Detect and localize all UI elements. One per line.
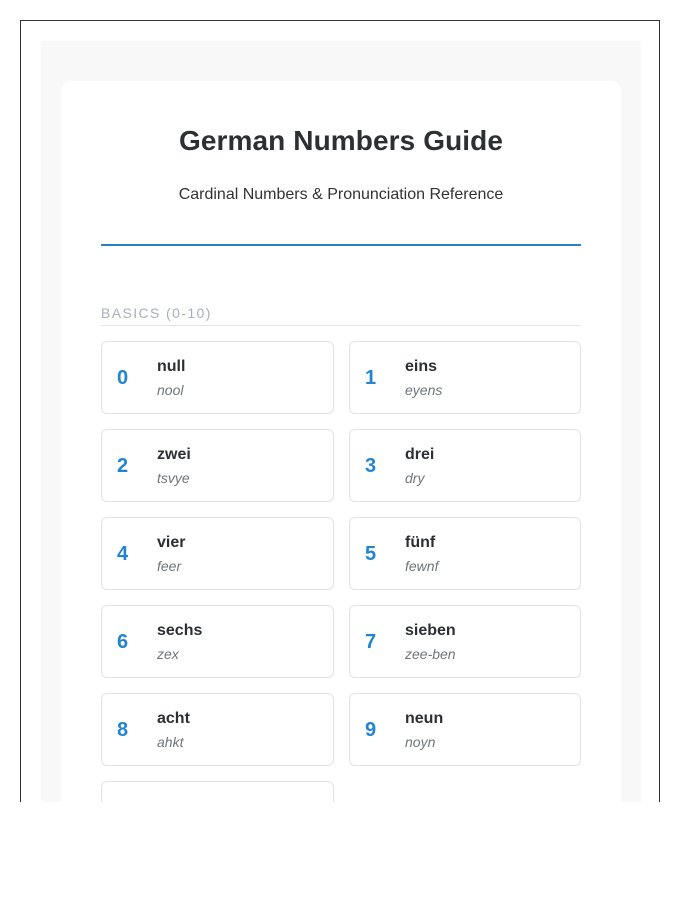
number-word: fünf — [405, 534, 436, 551]
number-word: acht — [157, 710, 190, 727]
number-pronunciation: noyn — [405, 734, 436, 750]
number-card-9[interactable]: 9 neun noyn — [349, 693, 581, 766]
number-word: drei — [405, 446, 435, 463]
number-pronunciation: nool — [157, 382, 184, 398]
number-digit: 7 — [365, 631, 377, 653]
number-word: vier — [157, 534, 186, 551]
number-pronunciation: feer — [157, 558, 182, 574]
number-digit: 9 — [365, 719, 377, 741]
number-digit: 2 — [117, 455, 129, 477]
number-word: neun — [405, 710, 444, 727]
section-title-basics: BASICS (0-10) — [101, 305, 212, 321]
number-pronunciation: dry — [405, 470, 425, 486]
number-card-0[interactable]: 0 null nool — [101, 341, 334, 414]
page-frame: German Numbers Guide Cardinal Numbers & … — [20, 20, 660, 802]
page-title: German Numbers Guide — [178, 125, 504, 156]
number-pronunciation: ahkt — [157, 734, 184, 750]
number-word: null — [157, 358, 186, 375]
number-card-5[interactable]: 5 fünf fewnf — [349, 517, 581, 590]
number-pronunciation: tsvye — [157, 470, 190, 486]
page-subtitle: Cardinal Numbers & Pronunciation Referen… — [178, 186, 504, 203]
number-word: sechs — [157, 622, 203, 639]
number-digit: 4 — [117, 543, 129, 565]
number-word: sieben — [405, 622, 456, 639]
number-digit: 6 — [117, 631, 129, 653]
number-card-7[interactable]: 7 sieben zee-ben — [349, 605, 581, 678]
number-digit: 5 — [365, 543, 377, 565]
guide-card: German Numbers Guide Cardinal Numbers & … — [61, 81, 621, 802]
number-word: zwei — [157, 446, 191, 463]
number-card-10[interactable] — [101, 781, 334, 802]
number-card-4[interactable]: 4 vier feer — [101, 517, 334, 590]
number-digit: 3 — [365, 455, 377, 477]
header-divider — [101, 244, 581, 246]
number-card-6[interactable]: 6 sechs zex — [101, 605, 334, 678]
section-divider — [101, 325, 581, 326]
number-pronunciation: zee-ben — [405, 646, 456, 662]
number-pronunciation: eyens — [405, 382, 443, 398]
number-digit: 1 — [365, 367, 377, 389]
number-digit: 8 — [117, 719, 129, 741]
number-card-2[interactable]: 2 zwei tsvye — [101, 429, 334, 502]
page-background: German Numbers Guide Cardinal Numbers & … — [41, 41, 641, 802]
number-grid: 0 null nool 1 eins eyens 2 zwei tsvye 3 … — [101, 341, 581, 802]
number-card-1[interactable]: 1 eins eyens — [349, 341, 581, 414]
number-digit: 0 — [117, 367, 129, 389]
number-card-3[interactable]: 3 drei dry — [349, 429, 581, 502]
number-word: eins — [405, 358, 438, 375]
number-pronunciation: zex — [157, 646, 179, 662]
number-pronunciation: fewnf — [405, 558, 439, 574]
number-card-8[interactable]: 8 acht ahkt — [101, 693, 334, 766]
